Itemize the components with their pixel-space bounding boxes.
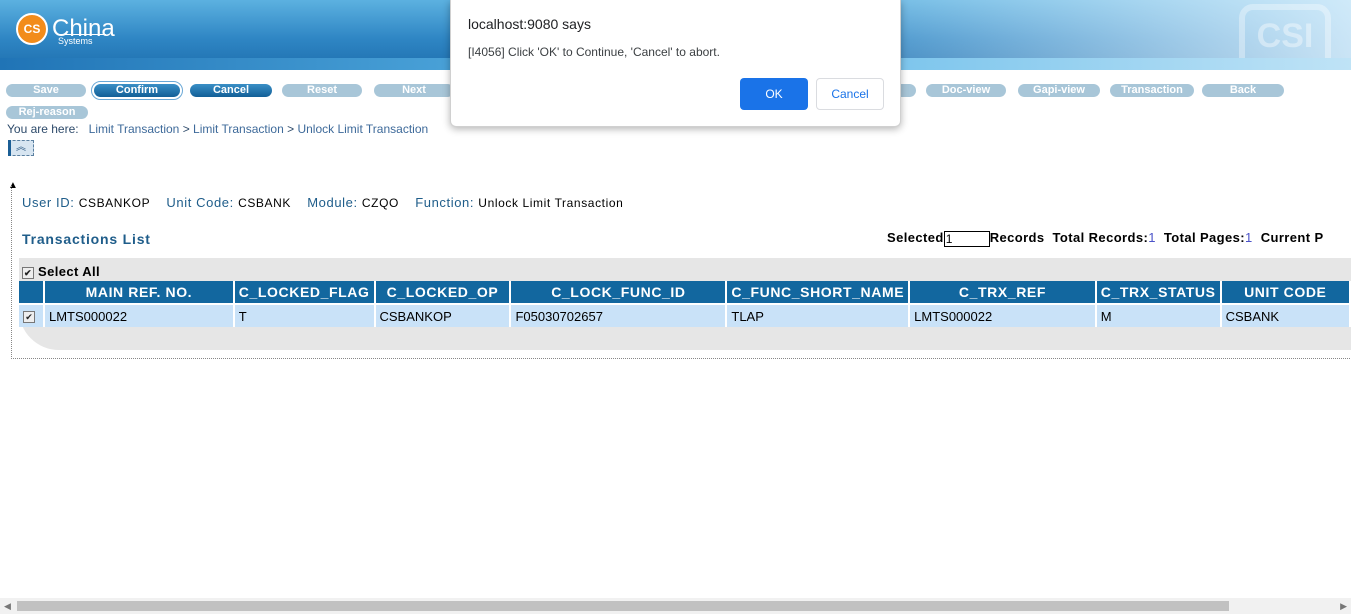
logo-subtext: Systems [58,34,106,46]
confirm-button[interactable]: Confirm [91,81,183,100]
column-header-c-locked-flag[interactable]: C_LOCKED_FLAG [233,281,376,304]
back-button[interactable]: Back [1202,84,1284,97]
rej-reason-button[interactable]: Rej-reason [6,106,88,119]
transaction-button[interactable]: Transaction [1110,84,1194,97]
module-value: CZQO [361,196,399,210]
dialog-cancel-button[interactable]: Cancel [816,78,884,110]
transactions-table: MAIN REF. NO. C_LOCKED_FLAG C_LOCKED_OP … [19,281,1351,327]
unit-code-value: CSBANK [238,196,292,210]
reset-button[interactable]: Reset [282,84,362,97]
function-value: Unlock Limit Transaction [478,196,624,210]
breadcrumb: You are here: Limit Transaction > Limit … [7,122,428,136]
breadcrumb-item-unlock-limit-transaction[interactable]: Unlock Limit Transaction [297,122,428,136]
total-records-value: 1 [1148,230,1156,245]
unit-code-label: Unit Code: [166,195,234,210]
breadcrumb-item-limit-transaction-1[interactable]: Limit Transaction [89,122,180,136]
double-chevron-up-icon: ︽ [16,142,26,153]
user-id-value: CSBANKOP [78,196,151,210]
select-all-checkbox[interactable]: ✔ [22,266,34,279]
breadcrumb-item-limit-transaction-2[interactable]: Limit Transaction [193,122,284,136]
scroll-left-icon[interactable]: ◀ [4,601,11,612]
breadcrumb-separator: > [287,122,295,136]
module-label: Module: [307,195,358,210]
table-row[interactable]: ✔ LMTS000022 T CSBANKOP F05030702657 TLA… [19,303,1351,327]
column-header-select [19,281,45,304]
cell-c-locked-op: CSBANKOP [374,303,512,327]
dialog-ok-button[interactable]: OK [740,78,808,110]
column-header-c-trx-status[interactable]: C_TRX_STATUS [1095,281,1222,304]
function-label: Function: [415,195,475,210]
cell-c-locked-flag: T [233,303,376,327]
column-header-unit-code[interactable]: UNIT CODE [1220,281,1351,304]
breadcrumb-separator: > [182,122,190,136]
user-id-label: User ID: [22,195,75,210]
logo-badge-icon: CS [16,13,48,45]
row-checkbox[interactable]: ✔ [23,311,35,324]
gapi-view-button[interactable]: Gapi-view [1018,84,1100,97]
cell-main-ref-no: LMTS000022 [44,303,235,327]
row-select-cell[interactable]: ✔ [19,303,45,327]
select-all-label: Select All [38,264,101,279]
next-button[interactable]: Next [374,84,454,97]
cell-unit-code: CSBANK [1220,303,1351,327]
records-label: Records [989,230,1045,245]
cell-c-lock-func-id: F05030702657 [510,303,728,327]
column-header-c-lock-func-id[interactable]: C_LOCK_FUNC_ID [510,281,728,304]
selected-records-input[interactable] [943,230,990,247]
select-all[interactable]: ✔ Select All [22,264,100,279]
horizontal-scrollbar[interactable]: ◀ ▶ [0,598,1351,614]
table-header-row: MAIN REF. NO. C_LOCKED_FLAG C_LOCKED_OP … [19,281,1351,304]
save-button[interactable]: Save [6,84,86,97]
confirm-dialog: localhost:9080 says [I4056] Click 'OK' t… [450,0,901,127]
scroll-right-icon[interactable]: ▶ [1340,601,1347,612]
column-header-c-locked-op[interactable]: C_LOCKED_OP [374,281,512,304]
cancel-button[interactable]: Cancel [190,84,272,97]
total-pages-value: 1 [1245,230,1253,245]
pager: SelectedRecords Total Records:1 Total Pa… [887,230,1324,247]
selected-label: Selected [887,230,944,245]
cell-c-trx-ref: LMTS000022 [909,303,1097,327]
column-header-c-trx-ref[interactable]: C_TRX_REF [909,281,1097,304]
column-header-c-func-short-name[interactable]: C_FUNC_SHORT_NAME [726,281,911,304]
doc-view-button[interactable]: Doc-view [926,84,1006,97]
collapse-toggle-button[interactable]: ︽ [8,140,34,156]
csi-watermark-icon: CSI [1239,4,1331,78]
total-records-label: Total Records: [1052,230,1149,245]
dialog-title: localhost:9080 says [468,16,591,32]
cell-c-trx-status: M [1095,303,1222,327]
dialog-message: [I4056] Click 'OK' to Continue, 'Cancel'… [468,45,720,59]
current-page-label: Current P [1260,230,1324,245]
breadcrumb-prefix: You are here: [7,122,79,136]
scrollbar-thumb[interactable] [17,601,1229,611]
cell-c-func-short-name: TLAP [726,303,911,327]
transactions-list-title: Transactions List [22,231,151,247]
column-header-main-ref-no[interactable]: MAIN REF. NO. [44,281,235,304]
total-pages-label: Total Pages: [1163,230,1246,245]
context-info: User ID: CSBANKOP Unit Code: CSBANK Modu… [22,195,635,210]
